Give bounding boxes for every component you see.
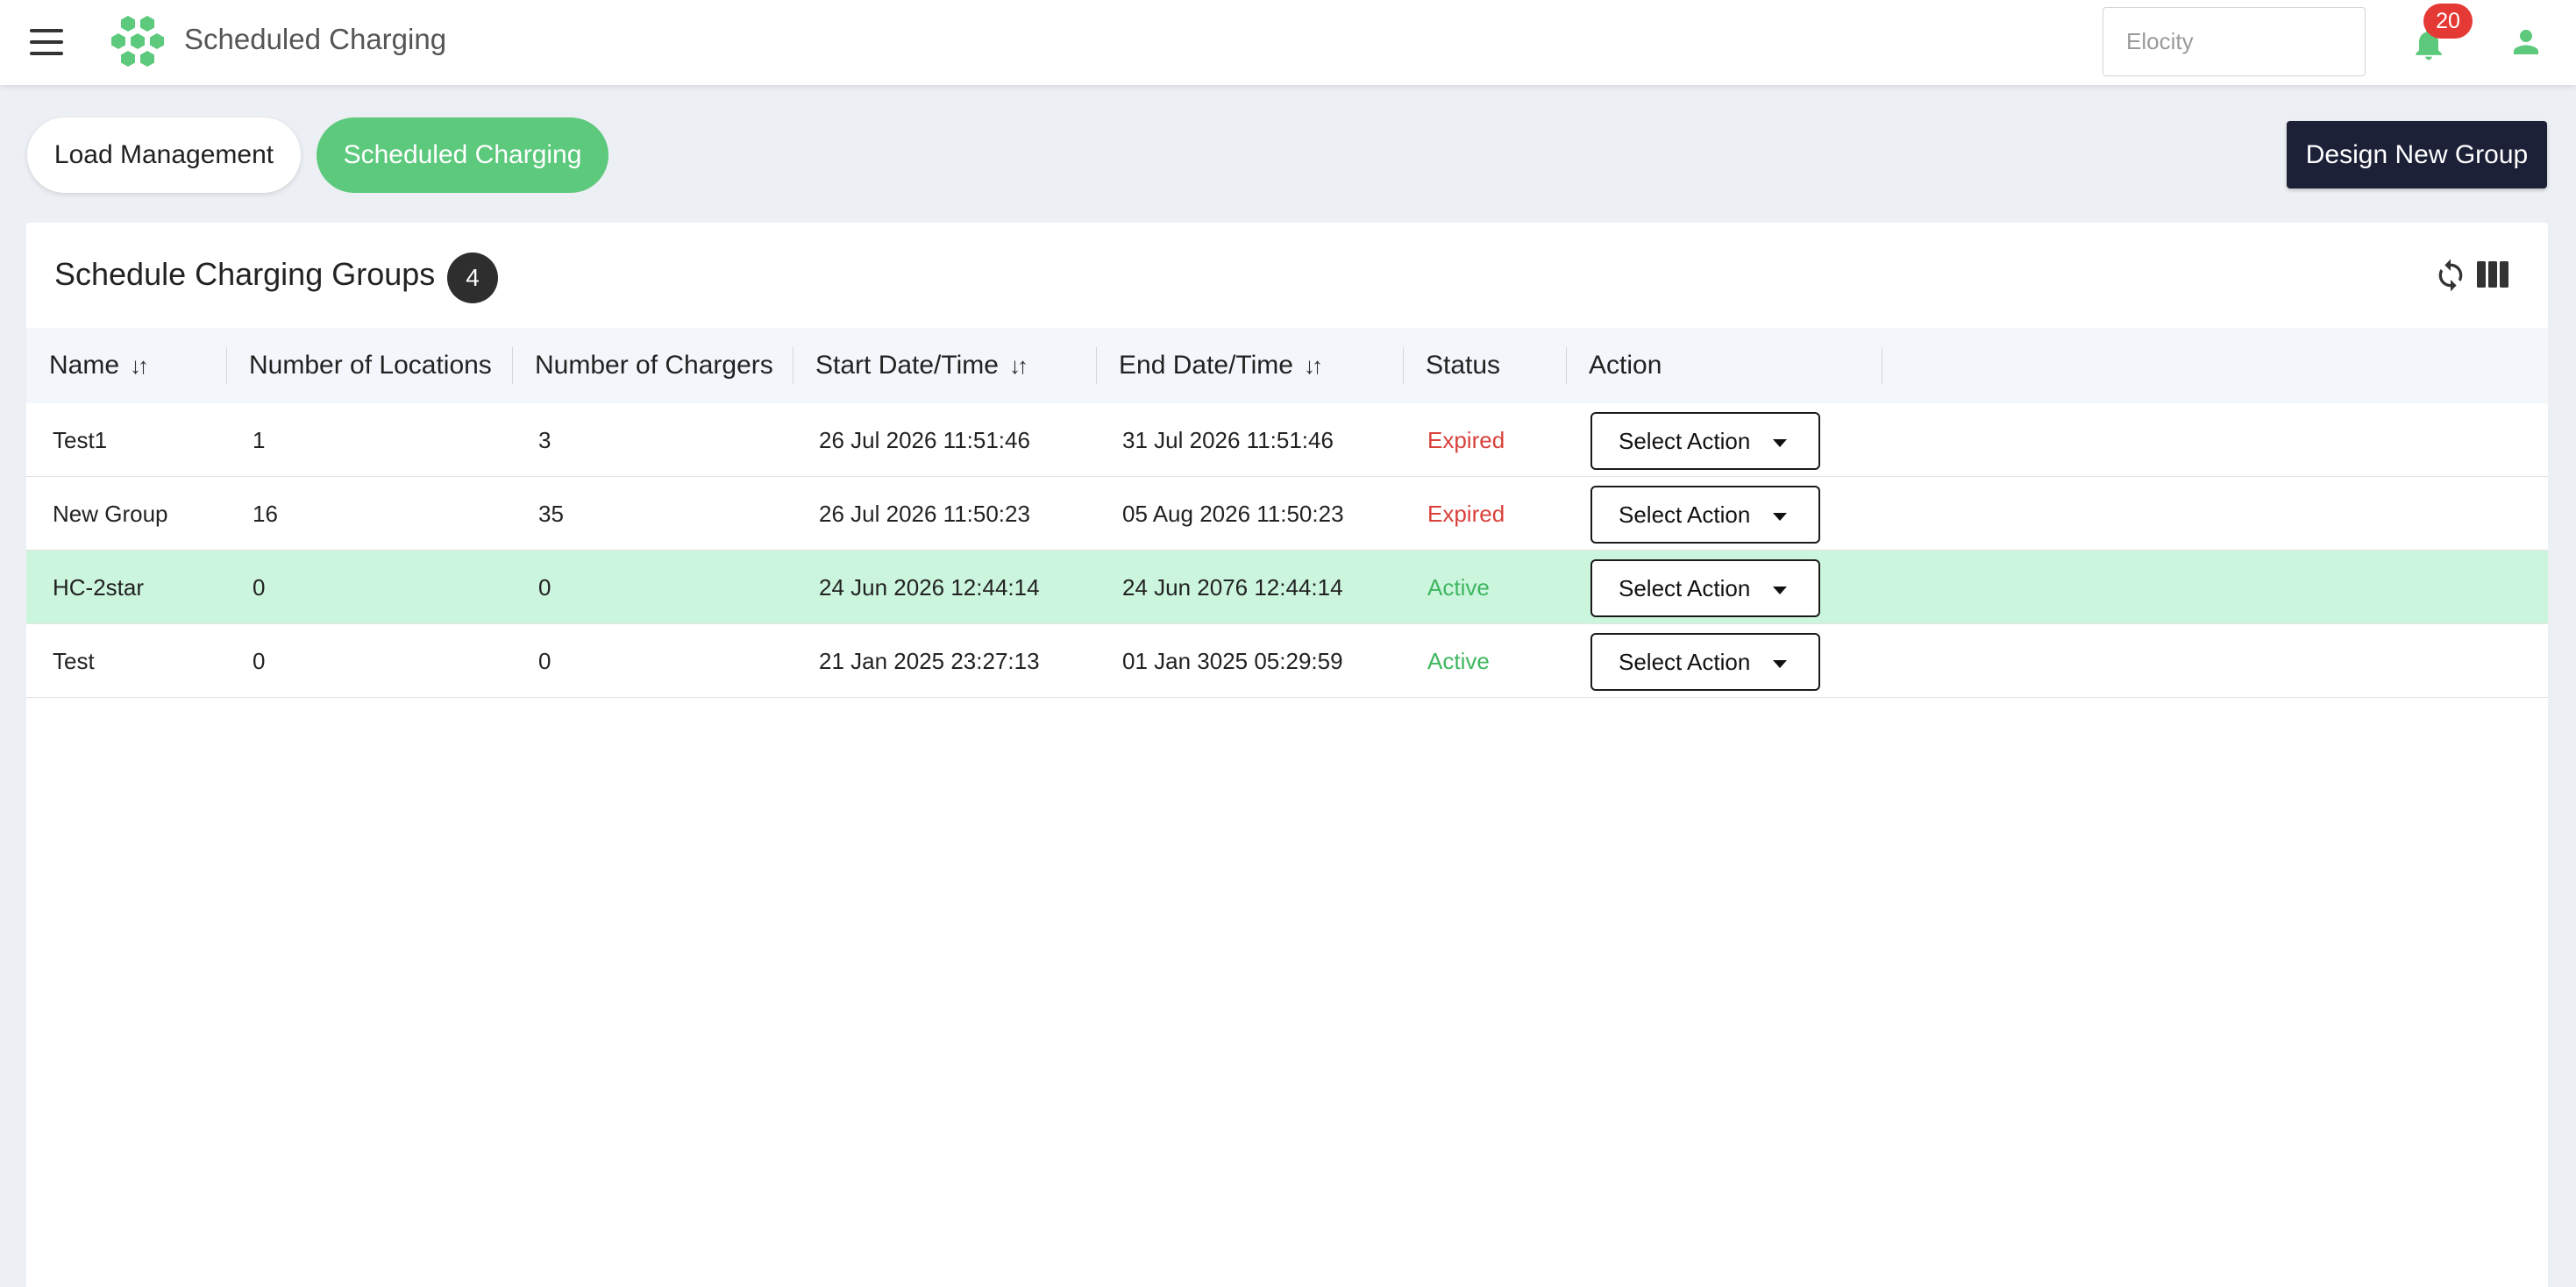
column-header-action: Action: [1589, 351, 1662, 380]
caret-down-icon: [1773, 439, 1787, 447]
tab-scheduled-charging[interactable]: Scheduled Charging: [317, 117, 608, 193]
cell-start: 24 Jun 2026 12:44:14: [819, 574, 1040, 601]
cell-start: 26 Jul 2026 11:50:23: [819, 501, 1030, 527]
cell-name: Test1: [53, 427, 108, 453]
column-header-name[interactable]: Name ↓↑: [26, 328, 149, 403]
cell-chargers: 0: [538, 648, 551, 674]
refresh-icon[interactable]: [2433, 256, 2468, 295]
cell-start: 21 Jan 2025 23:27:13: [819, 648, 1040, 674]
sort-icon[interactable]: ↓↑: [1304, 352, 1323, 379]
column-header-status: Status: [1426, 351, 1501, 380]
status-badge: Active: [1427, 648, 1490, 674]
sort-icon[interactable]: ↓↑: [1009, 352, 1028, 379]
column-header-locations: Number of Locations: [249, 351, 492, 380]
cell-locations: 1: [253, 427, 266, 453]
table-row[interactable]: HC-2star 0 0 24 Jun 2026 12:44:14 24 Jun…: [26, 551, 2548, 624]
cell-chargers: 3: [538, 427, 551, 453]
select-action-dropdown[interactable]: Select Action: [1590, 486, 1820, 544]
columns-icon[interactable]: [2477, 261, 2508, 288]
groups-card: Schedule Charging Groups 4 Name ↓↑ Number…: [26, 223, 2548, 1287]
top-bar: Scheduled Charging 20: [0, 0, 2576, 85]
select-action-dropdown[interactable]: Select Action: [1590, 412, 1820, 470]
column-header-start[interactable]: Start Date/Time ↓↑: [793, 328, 1028, 403]
table-row[interactable]: Test1 1 3 26 Jul 2026 11:51:46 31 Jul 20…: [26, 403, 2548, 477]
cell-locations: 16: [253, 501, 278, 527]
caret-down-icon: [1773, 513, 1787, 521]
group-count-badge: 4: [447, 252, 498, 303]
caret-down-icon: [1773, 587, 1787, 594]
cell-end: 01 Jan 3025 05:29:59: [1122, 648, 1343, 674]
column-header-chargers: Number of Chargers: [535, 351, 773, 380]
design-new-group-button[interactable]: Design New Group: [2287, 121, 2547, 188]
status-badge: Active: [1427, 574, 1490, 601]
table-row[interactable]: New Group 16 35 26 Jul 2026 11:50:23 05 …: [26, 477, 2548, 551]
cell-locations: 0: [253, 574, 266, 601]
caret-down-icon: [1773, 660, 1787, 668]
select-action-dropdown[interactable]: Select Action: [1590, 559, 1820, 617]
cell-chargers: 0: [538, 574, 551, 601]
cell-chargers: 35: [538, 501, 564, 527]
cell-end: 24 Jun 2076 12:44:14: [1122, 574, 1343, 601]
cell-name: New Group: [53, 501, 168, 527]
table-header: Name ↓↑ Number of Locations Number of Cha…: [26, 328, 2548, 403]
sort-icon[interactable]: ↓↑: [130, 352, 149, 379]
column-header-end[interactable]: End Date/Time ↓↑: [1096, 328, 1323, 403]
user-icon[interactable]: [2508, 23, 2544, 61]
status-badge: Expired: [1427, 501, 1505, 527]
notification-badge: 20: [2423, 4, 2473, 39]
card-title: Schedule Charging Groups: [54, 256, 436, 292]
cell-name: Test: [53, 648, 95, 674]
cell-end: 05 Aug 2026 11:50:23: [1122, 501, 1344, 527]
tab-load-management[interactable]: Load Management: [27, 117, 301, 193]
status-badge: Expired: [1427, 427, 1505, 453]
cell-start: 26 Jul 2026 11:51:46: [819, 427, 1030, 453]
table-row[interactable]: Test 0 0 21 Jan 2025 23:27:13 01 Jan 302…: [26, 624, 2548, 698]
select-action-dropdown[interactable]: Select Action: [1590, 633, 1820, 691]
cell-name: HC-2star: [53, 574, 145, 601]
logo-icon: [111, 16, 164, 67]
menu-icon[interactable]: [30, 29, 63, 55]
cell-locations: 0: [253, 648, 266, 674]
cell-end: 31 Jul 2026 11:51:46: [1122, 427, 1334, 453]
tenant-search-input[interactable]: [2103, 7, 2366, 76]
app-title: Scheduled Charging: [184, 23, 447, 55]
